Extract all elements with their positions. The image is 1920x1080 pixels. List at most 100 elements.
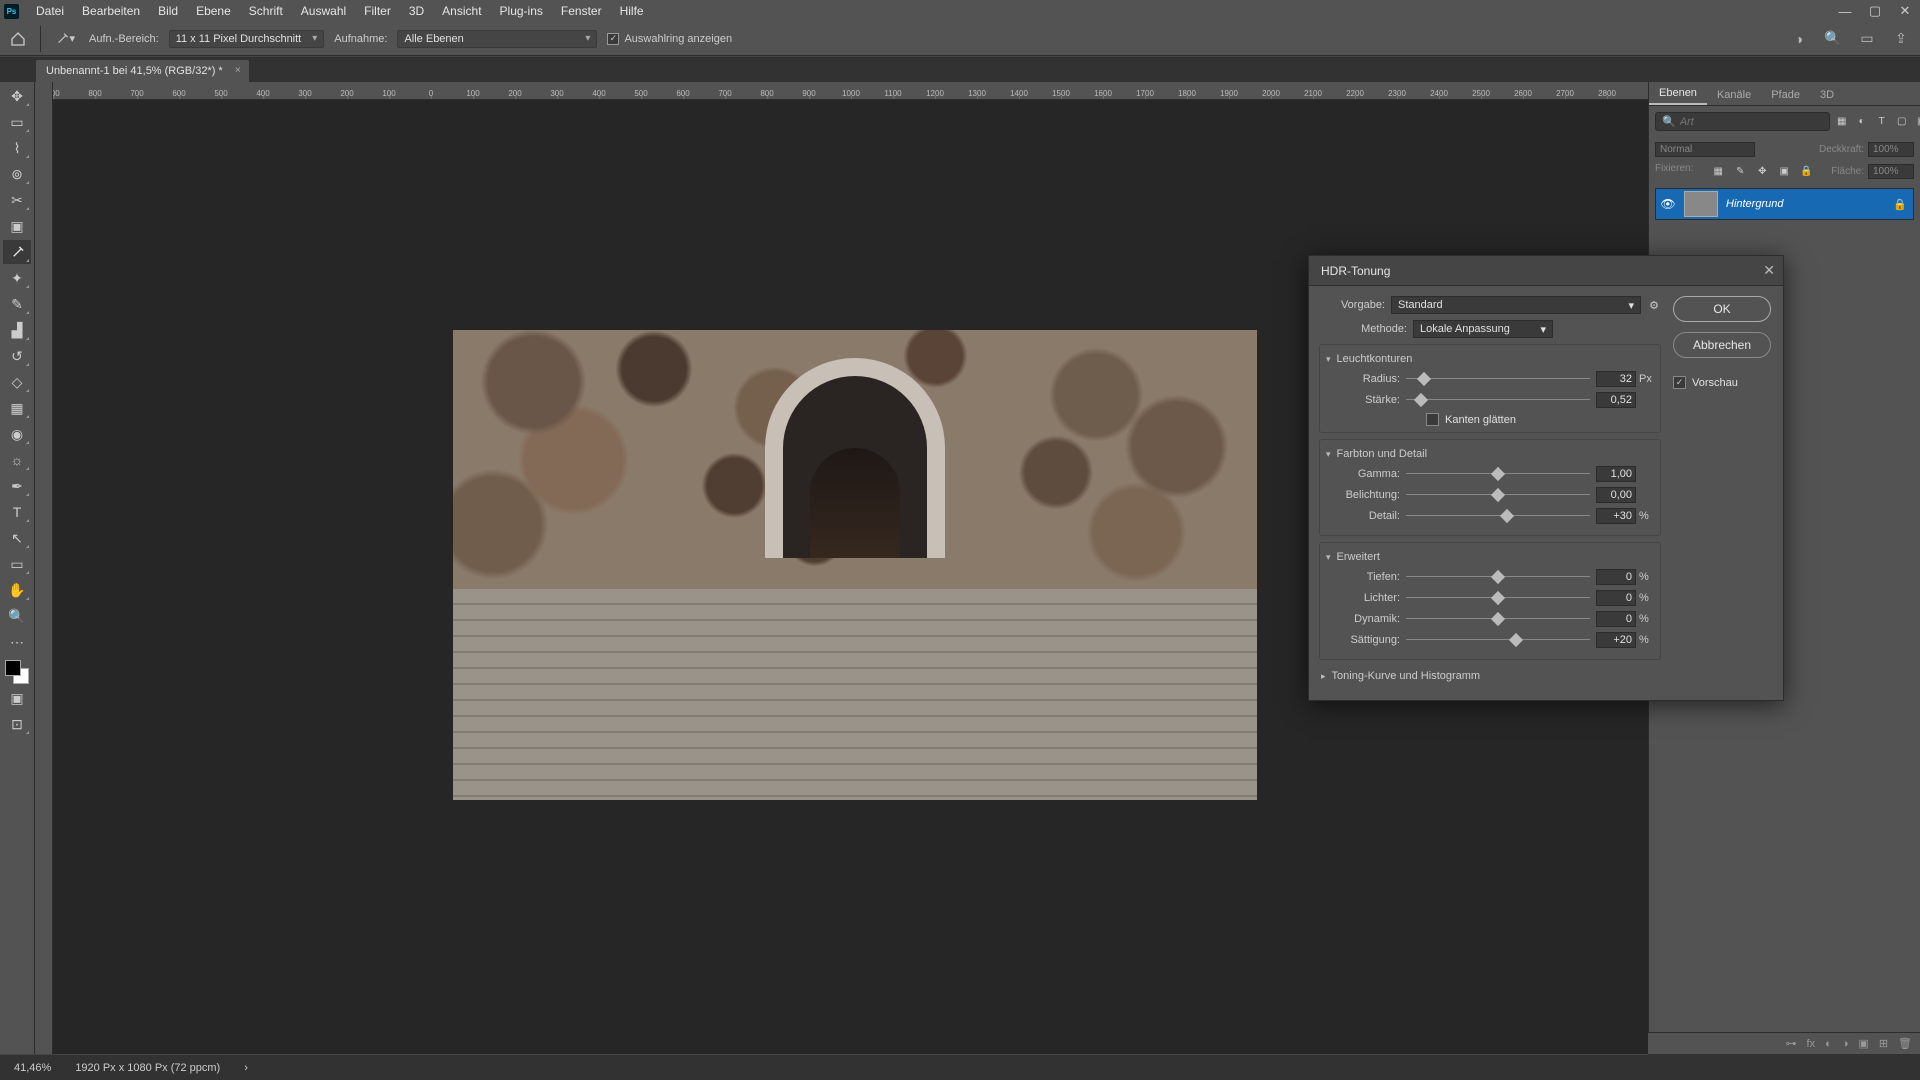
lasso-tool[interactable]: ⌇ <box>3 136 31 160</box>
filter-smart-icon[interactable]: ▣ <box>1914 114 1920 130</box>
path-select-tool[interactable]: ↖ <box>3 526 31 550</box>
home-button[interactable] <box>6 27 30 51</box>
layer-name-label[interactable]: Hintergrund <box>1722 198 1893 210</box>
advanced-group-header[interactable]: ▾Erweitert <box>1326 551 1654 563</box>
eraser-tool[interactable]: ◇ <box>3 370 31 394</box>
menu-bearbeiten[interactable]: Bearbeiten <box>73 1 149 21</box>
move-tool[interactable]: ✥ <box>3 84 31 108</box>
radius-slider[interactable] <box>1406 372 1590 386</box>
filter-pixel-icon[interactable]: ▦ <box>1834 114 1850 130</box>
brush-tool[interactable]: ✎ <box>3 292 31 316</box>
sample-size-select[interactable]: 11 x 11 Pixel Durchschnitt <box>169 30 325 48</box>
delete-layer-icon[interactable]: 🗑 <box>1898 1037 1912 1050</box>
sample-source-select[interactable]: Alle Ebenen <box>397 30 597 48</box>
filter-adjust-icon[interactable]: ◐ <box>1854 114 1870 130</box>
adjustment-layer-icon[interactable]: ◑ <box>1842 1038 1849 1050</box>
crop-tool[interactable]: ✂ <box>3 188 31 212</box>
menu-ansicht[interactable]: Ansicht <box>433 1 490 21</box>
show-sampling-ring-option[interactable]: ✓ Auswahlring anzeigen <box>607 33 732 45</box>
smooth-edges-option[interactable]: Kanten glätten <box>1426 413 1654 426</box>
toning-curve-group-header[interactable]: ▸Toning-Kurve und Histogramm <box>1319 666 1661 686</box>
panel-tab-kanäle[interactable]: Kanäle <box>1707 85 1761 105</box>
exposure-slider[interactable] <box>1406 488 1590 502</box>
spot-heal-tool[interactable]: ✦ <box>3 266 31 290</box>
menu-fenster[interactable]: Fenster <box>552 1 611 21</box>
frame-tool[interactable]: ▣ <box>3 214 31 238</box>
filter-shape-icon[interactable]: ▢ <box>1894 114 1910 130</box>
arrange-icon[interactable]: ▭ <box>1858 30 1876 48</box>
gamma-input[interactable]: 1,00 <box>1596 466 1636 482</box>
search-icon[interactable]: 🔍 <box>1824 30 1842 48</box>
vibrance-slider[interactable] <box>1406 612 1590 626</box>
group-layers-icon[interactable]: ▣ <box>1858 1037 1868 1050</box>
preset-gear-icon[interactable]: ⚙ <box>1647 299 1661 312</box>
link-layers-icon[interactable]: ⊶ <box>1786 1037 1797 1050</box>
gradient-tool[interactable]: ▦ <box>3 396 31 420</box>
document-info[interactable]: 1920 Px x 1080 Px (72 ppcm) <box>75 1062 220 1074</box>
detail-slider[interactable] <box>1406 509 1590 523</box>
marquee-tool[interactable]: ▭ <box>3 110 31 134</box>
quick-mask-toggle[interactable]: ▣ <box>3 686 31 710</box>
layer-filter-field[interactable]: 🔍 <box>1655 112 1830 131</box>
highlight-input[interactable]: 0 <box>1596 590 1636 606</box>
menu-schrift[interactable]: Schrift <box>240 1 292 21</box>
menu-3d[interactable]: 3D <box>400 1 433 21</box>
lock-all-icon[interactable]: 🔒 <box>1798 163 1814 179</box>
shadow-slider[interactable] <box>1406 570 1590 584</box>
layer-row-background[interactable]: 👁 Hintergrund 🔒 <box>1656 189 1913 219</box>
tone-detail-group-header[interactable]: ▾Farbton und Detail <box>1326 448 1654 460</box>
blend-mode-select[interactable]: Normal <box>1655 142 1755 157</box>
opacity-value[interactable]: 100% <box>1868 142 1914 157</box>
edit-toolbar[interactable]: ⋯ <box>3 630 31 654</box>
menu-bild[interactable]: Bild <box>149 1 187 21</box>
detail-input[interactable]: +30 <box>1596 508 1636 524</box>
document-tab[interactable]: Unbenannt-1 bei 41,5% (RGB/32*) * × <box>36 60 249 82</box>
status-caret-icon[interactable]: › <box>244 1062 248 1074</box>
blur-tool[interactable]: ◉ <box>3 422 31 446</box>
layer-filter-input[interactable] <box>1680 116 1823 128</box>
preview-option[interactable]: ✓ Vorschau <box>1673 376 1771 389</box>
menu-hilfe[interactable]: Hilfe <box>611 1 653 21</box>
zoom-level[interactable]: 41,46% <box>14 1062 51 1074</box>
eyedropper-tool[interactable] <box>3 240 31 264</box>
radius-input[interactable]: 32 <box>1596 371 1636 387</box>
new-layer-icon[interactable]: ⊞ <box>1879 1037 1888 1050</box>
zoom-tool[interactable]: 🔍 <box>3 604 31 628</box>
current-tool-icon[interactable]: ▾ <box>55 29 75 49</box>
window-close[interactable]: ✕ <box>1890 0 1920 22</box>
clone-stamp-tool[interactable]: ▟ <box>3 318 31 342</box>
visibility-toggle-icon[interactable]: 👁 <box>1656 197 1680 211</box>
shadow-input[interactable]: 0 <box>1596 569 1636 585</box>
menu-datei[interactable]: Datei <box>27 1 73 21</box>
dialog-close-icon[interactable]: ✕ <box>1763 262 1775 279</box>
dialog-titlebar[interactable]: HDR-Tonung ✕ <box>1309 256 1783 286</box>
shape-tool[interactable]: ▭ <box>3 552 31 576</box>
vibrance-input[interactable]: 0 <box>1596 611 1636 627</box>
layer-fx-icon[interactable]: fx <box>1807 1038 1816 1050</box>
pen-tool[interactable]: ✒ <box>3 474 31 498</box>
color-swatches[interactable] <box>5 660 29 684</box>
menu-plug-ins[interactable]: Plug-ins <box>491 1 552 21</box>
type-tool[interactable]: T <box>3 500 31 524</box>
highlight-slider[interactable] <box>1406 591 1590 605</box>
ok-button[interactable]: OK <box>1673 296 1771 322</box>
lock-artboard-icon[interactable]: ▣ <box>1776 163 1792 179</box>
panel-tab-pfade[interactable]: Pfade <box>1761 85 1810 105</box>
layer-mask-icon[interactable]: ◐ <box>1825 1038 1832 1050</box>
cloud-docs-icon[interactable]: ◑ <box>1790 30 1808 48</box>
saturation-slider[interactable] <box>1406 633 1590 647</box>
edge-glow-group-header[interactable]: ▾Leuchtkonturen <box>1326 353 1654 365</box>
menu-auswahl[interactable]: Auswahl <box>292 1 355 21</box>
dodge-tool[interactable]: ☼ <box>3 448 31 472</box>
menu-filter[interactable]: Filter <box>355 1 400 21</box>
fill-value[interactable]: 100% <box>1868 164 1914 179</box>
quick-select-tool[interactable]: ⊚ <box>3 162 31 186</box>
lock-transparent-icon[interactable]: ▦ <box>1710 163 1726 179</box>
saturation-input[interactable]: +20 <box>1596 632 1636 648</box>
window-maximize[interactable]: ▢ <box>1860 0 1890 22</box>
preset-select[interactable]: Standard▾ <box>1391 296 1641 314</box>
screen-mode-toggle[interactable]: ⊡ <box>3 712 31 736</box>
close-tab-icon[interactable]: × <box>235 65 241 76</box>
lock-pixels-icon[interactable]: ✎ <box>1732 163 1748 179</box>
history-brush-tool[interactable]: ↺ <box>3 344 31 368</box>
